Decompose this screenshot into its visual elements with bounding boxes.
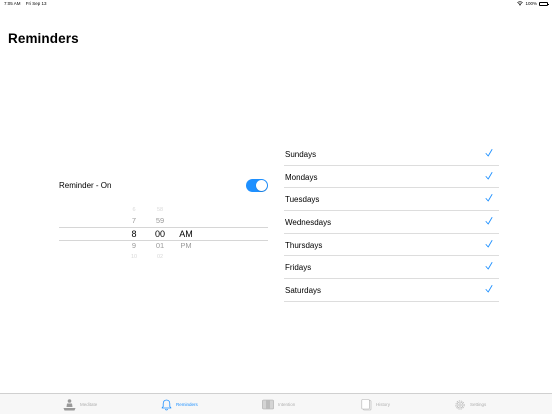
status-bar: 7:05 AM Fri Sep 13 100% [0,0,552,9]
tab-settings[interactable]: Settings [454,397,486,412]
day-label: Wednesdays [285,218,332,228]
minute-option[interactable]: 58 [149,205,171,215]
reminder-toggle[interactable] [246,179,268,192]
hour-option[interactable]: 10 [123,252,145,262]
minute-option[interactable]: 59 [149,216,171,226]
tab-label: Meditate [80,402,98,407]
period-option[interactable]: PM [175,241,197,251]
tab-label: Intention [278,402,296,407]
day-label: Saturdays [285,286,322,296]
day-label: Sundays [285,150,317,159]
hour-option[interactable]: 9 [123,241,145,251]
hour-selected[interactable]: 8 [123,229,145,239]
gear-icon [455,399,465,410]
minute-option[interactable]: 02 [149,252,171,262]
history-icon [361,398,372,410]
day-row-saturdays[interactable]: Saturdays [284,279,499,302]
checkmark-icon [485,217,493,225]
day-row-mondays[interactable]: Mondays [284,166,499,189]
bell-icon [161,399,172,410]
tab-intention[interactable]: Intention [262,397,295,412]
meditate-icon [63,398,76,410]
day-row-wednesdays[interactable]: Wednesdays [284,211,499,234]
reminder-status-label: Reminder - On [59,181,112,190]
tab-label: History [376,402,391,407]
day-row-tuesdays[interactable]: Tuesdays [284,188,499,212]
checkmark-icon [485,262,493,270]
status-date: Fri Sep 13 [25,1,47,6]
wifi-icon [517,1,524,6]
tab-reminders[interactable]: Reminders [161,397,198,412]
period-selected[interactable]: AM [175,229,197,239]
day-label: Fridays [285,263,312,273]
status-left: 7:05 AM Fri Sep 13 [4,1,47,6]
battery-icon [539,1,549,6]
hour-option[interactable]: 6 [123,205,145,215]
day-label: Mondays [285,172,318,182]
checkmark-icon [485,194,493,202]
status-time: 7:05 AM [4,1,21,6]
day-row-thursdays[interactable]: Thursdays [284,234,499,257]
battery-percent: 100% [525,1,537,6]
intention-icon [262,399,274,410]
tab-label: Settings [470,402,487,407]
day-row-sundays[interactable]: Sundays [284,143,499,166]
checkmark-icon [485,285,493,293]
hour-wheel[interactable]: 6 7 8 9 10 [123,204,145,260]
page-title: Reminders [8,31,79,46]
tab-bar: Meditate Reminders Intention History Set… [0,393,552,414]
minute-selected[interactable]: 00 [149,229,171,239]
period-wheel[interactable]: AM PM [175,204,197,260]
checkmark-icon [485,149,493,157]
day-label: Thursdays [285,240,323,250]
minute-wheel[interactable]: 58 59 00 01 02 [149,204,171,260]
status-right: 100% [517,1,549,6]
days-list: Sundays Mondays Tuesdays Wednesdays Thur… [284,143,499,302]
hour-option[interactable]: 7 [123,216,145,226]
reminders-screen: 7:05 AM Fri Sep 13 100% Reminders Remind… [0,0,552,414]
checkmark-icon [485,171,493,180]
checkmark-icon [485,239,493,248]
time-picker[interactable]: 6 7 8 9 10 58 59 00 01 02 AM PM [59,204,268,260]
day-row-fridays[interactable]: Fridays [284,256,499,280]
tab-meditate[interactable]: Meditate [63,397,97,412]
tab-label: Reminders [176,402,198,407]
minute-option[interactable]: 01 [149,241,171,251]
day-label: Tuesdays [285,195,320,205]
tab-history[interactable]: History [361,397,390,412]
toggle-knob [256,180,267,191]
